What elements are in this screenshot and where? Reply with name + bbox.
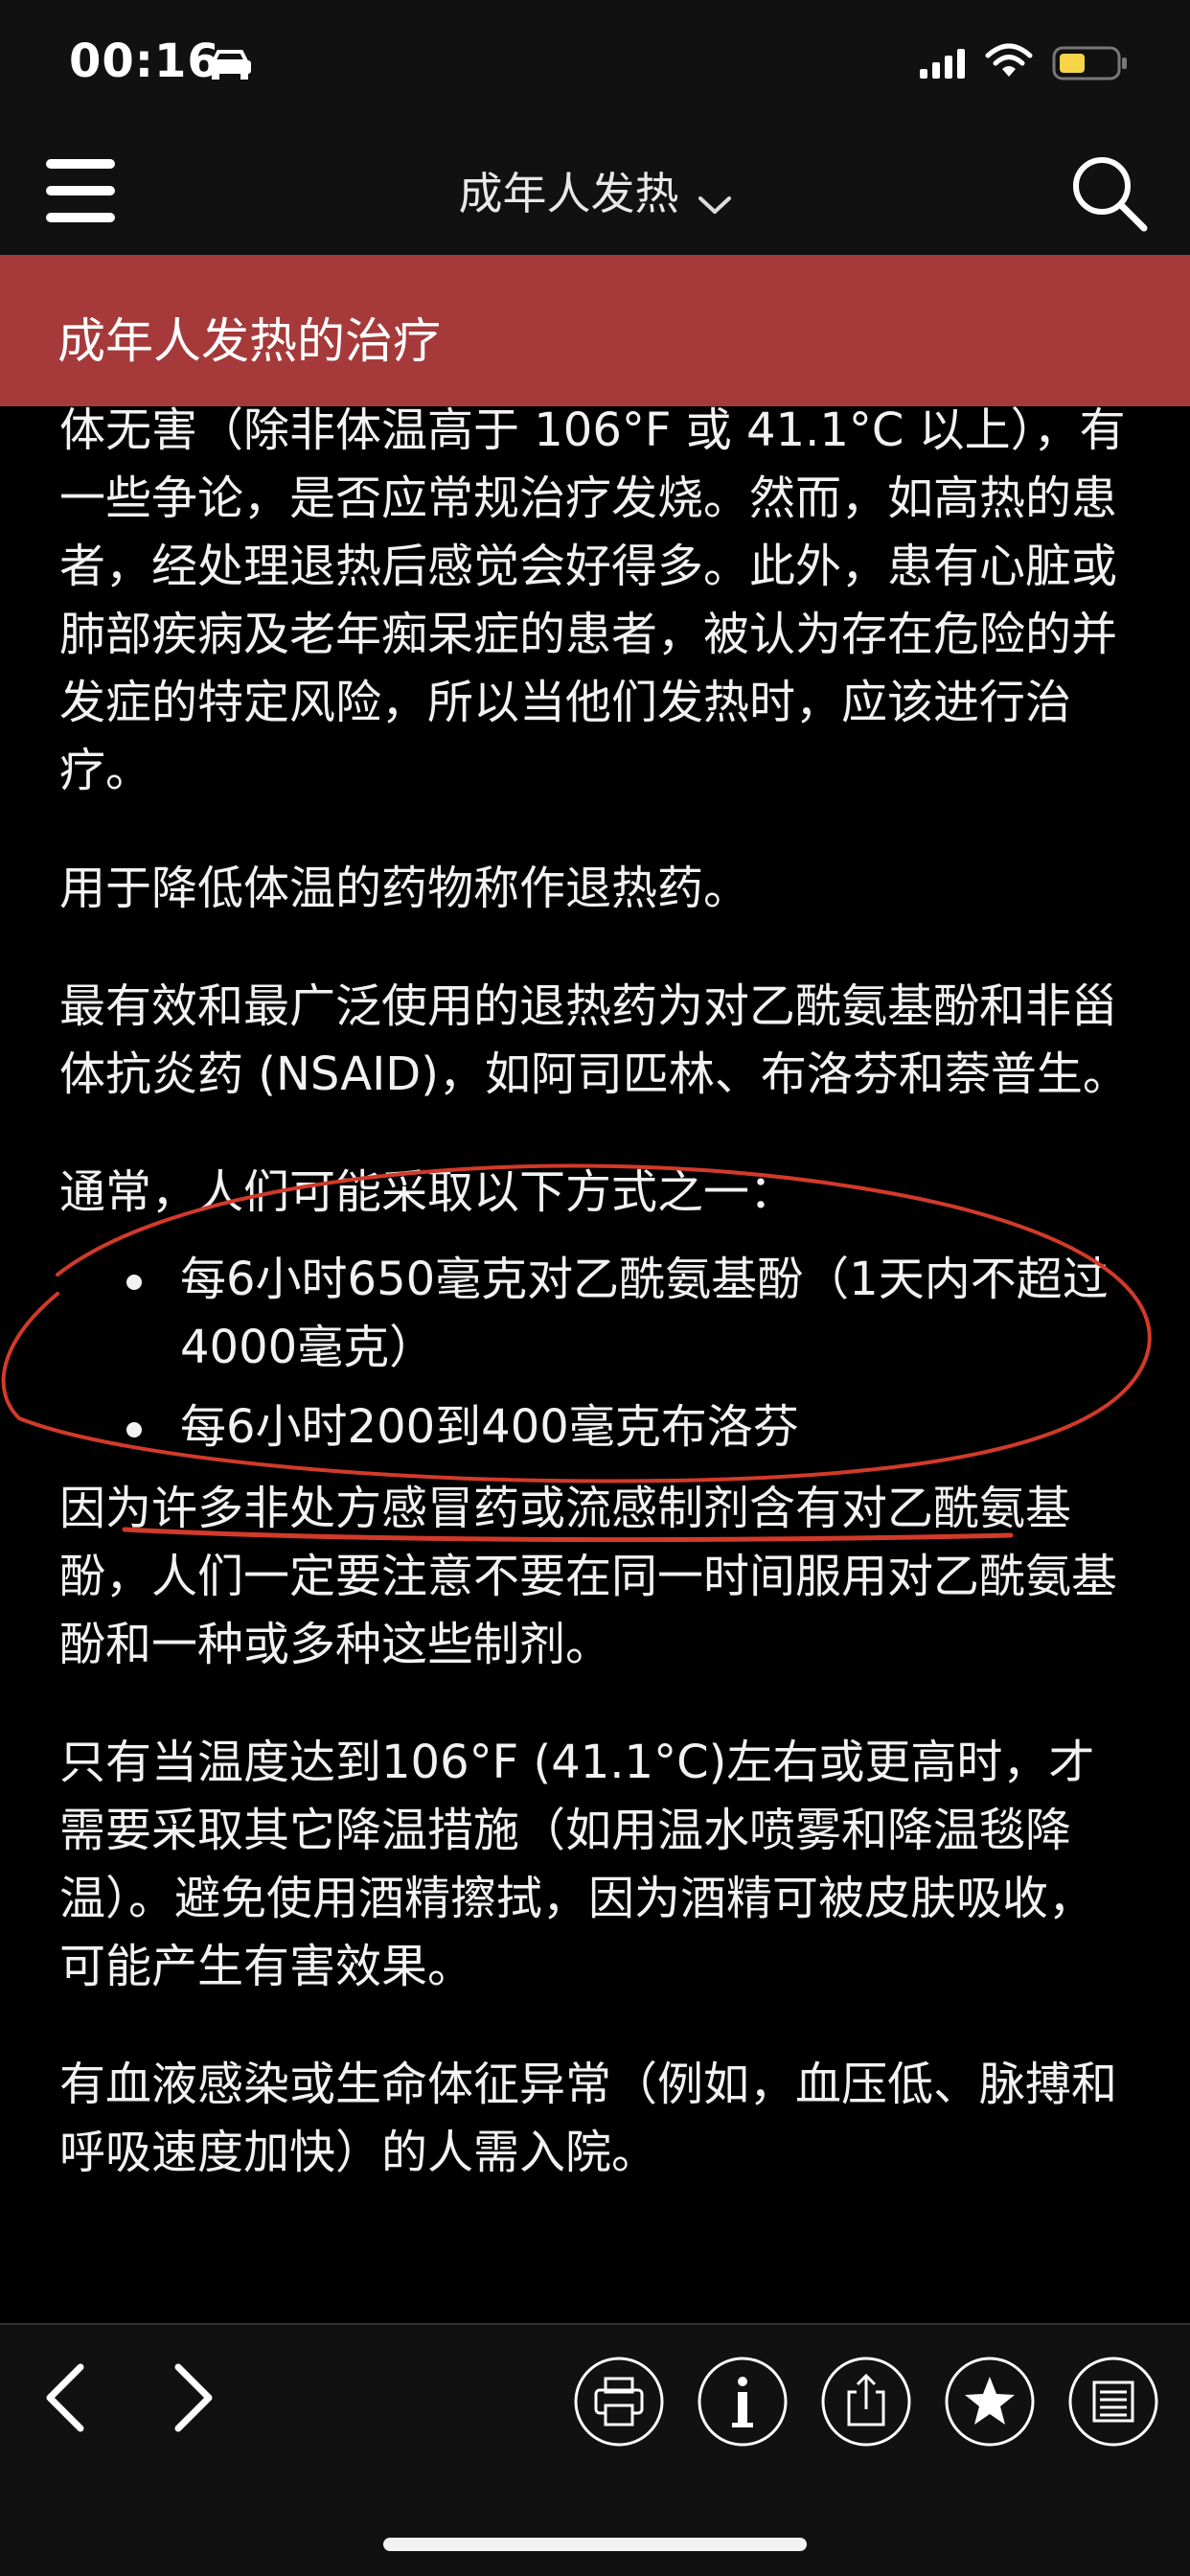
list-item: 每6小时200到400毫克布洛芬 [59, 1393, 1134, 1461]
status-time: 00:16 [69, 34, 220, 88]
chevron-right-icon[interactable] [163, 2359, 220, 2436]
wifi-icon [985, 43, 1033, 77]
signal-icon [920, 49, 965, 79]
chevron-down-icon [698, 196, 731, 214]
nav-bar: 成年人发热 [0, 130, 1190, 255]
star-icon[interactable] [944, 2356, 1036, 2448]
list-item: 每6小时650毫克对乙酰氨基酚（1天内不超过4000毫克） [59, 1246, 1134, 1382]
battery-icon [1052, 46, 1127, 80]
paragraph: 有血液感染或生命体征异常（例如，血压低、脉搏和呼吸速度加快）的人需入院。 [59, 2058, 1118, 2179]
share-icon[interactable] [820, 2356, 912, 2448]
home-indicator[interactable] [383, 2538, 807, 2551]
bottom-toolbar [0, 2323, 1190, 2478]
home-indicator-area [0, 2476, 1190, 2576]
paragraph: 只有当温度达到106°F (41.1°C)左右或更高时，才需要采取其它降温措施（… [59, 1736, 1095, 1993]
dosage-list: 每6小时650毫克对乙酰氨基酚（1天内不超过4000毫克） 每6小时200到40… [59, 1246, 1134, 1461]
list-item-text: 每6小时200到400毫克布洛芬 [180, 1400, 799, 1454]
page-title: 成年人发热 [458, 168, 679, 219]
paragraph: 通常，人们可能采取以下方式之一： [59, 1165, 796, 1219]
paragraph: 体无害（除非体温高于 106°F 或 41.1°C 以上），有一些争论，是否应常… [59, 403, 1126, 797]
chevron-left-icon[interactable] [38, 2359, 96, 2436]
status-bar: 00:16 [0, 0, 1190, 130]
paragraph: 最有效和最广泛使用的退热药为对乙酰氨基酚和非甾体抗炎药 (NSAID)，如阿司匹… [59, 979, 1129, 1101]
section-header: 成年人发热的治疗 [0, 255, 1190, 406]
list-icon[interactable] [1067, 2356, 1159, 2448]
paragraph: 用于降低体温的药物称作退热药。 [59, 862, 750, 915]
article-content: 体无害（除非体温高于 106°F 或 41.1°C 以上），有一些争论，是否应常… [59, 397, 1134, 2237]
info-icon[interactable] [697, 2356, 789, 2448]
section-title: 成年人发热的治疗 [57, 313, 441, 369]
topic-selector[interactable]: 成年人发热 [0, 159, 1190, 222]
search-icon[interactable] [1069, 153, 1150, 234]
bullet-icon [126, 1422, 142, 1438]
paragraph: 因为许多非处方感冒药或流感制剂含有对乙酰氨基酚，人们一定要注意不要在同一时间服用… [59, 1482, 1118, 1671]
car-icon [209, 50, 251, 80]
list-item-text: 每6小时650毫克对乙酰氨基酚（1天内不超过4000毫克） [180, 1253, 1109, 1374]
print-icon[interactable] [573, 2356, 665, 2448]
bullet-icon [126, 1275, 142, 1290]
